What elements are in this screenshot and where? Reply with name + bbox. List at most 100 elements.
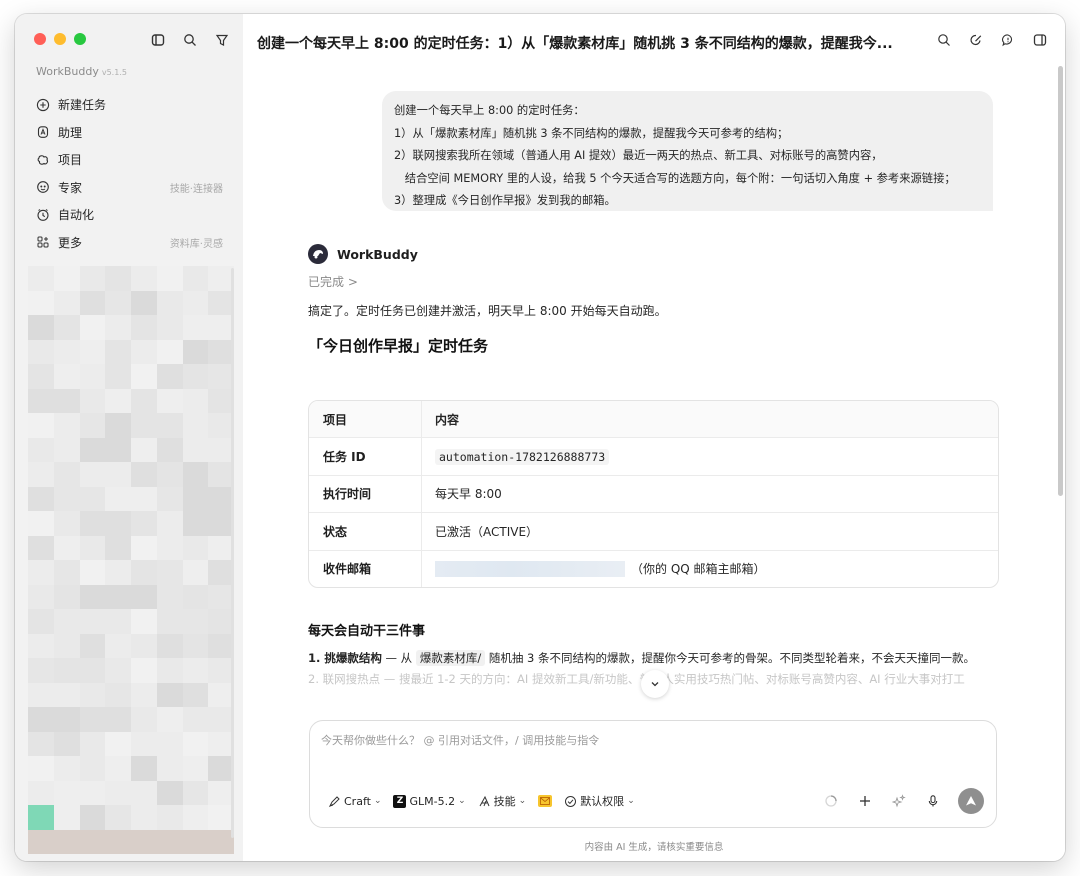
sparkle-button[interactable] — [888, 790, 910, 812]
sidebar-item-project[interactable]: 项目 — [15, 146, 243, 174]
edit-icon[interactable] — [967, 31, 985, 49]
assistant-header: WorkBuddy — [308, 242, 998, 266]
sidebar-item-label: 项目 — [58, 153, 83, 168]
sidebar-item-new-task[interactable]: 新建任务 — [15, 91, 243, 119]
redacted-tile — [105, 290, 131, 315]
filter-icon[interactable] — [213, 31, 231, 49]
close-window-button[interactable] — [34, 33, 46, 45]
skills-selector[interactable]: 技能 ⌄ — [478, 793, 526, 809]
redacted-tile — [53, 633, 80, 658]
search-icon[interactable] — [935, 31, 953, 49]
redacted-tile — [182, 486, 209, 511]
sidebar-item-hint: 技能·连接器 — [169, 183, 223, 195]
mode-label: Craft — [344, 794, 371, 808]
maximize-window-button[interactable] — [74, 33, 86, 45]
redacted-tile — [131, 511, 157, 536]
redacted-tile — [182, 535, 209, 560]
redacted-tile — [182, 511, 209, 536]
permission-selector[interactable]: 默认权限 ⌄ — [564, 793, 635, 809]
redacted-tile — [131, 486, 157, 511]
redacted-tile — [182, 633, 209, 658]
redacted-tile — [131, 609, 157, 634]
redacted-tile — [131, 707, 157, 732]
voice-input-button[interactable] — [922, 790, 944, 812]
redacted-tile — [182, 413, 209, 438]
chat-scrollbar[interactable] — [1058, 66, 1063, 496]
redacted-tile — [105, 829, 131, 854]
feedback-icon[interactable] — [999, 31, 1017, 49]
redacted-tile — [182, 388, 209, 413]
mail-connector-button[interactable] — [538, 795, 553, 807]
table-row: 执行时间 每天早 8:00 — [309, 474, 998, 513]
mode-selector[interactable]: Craft ⌄ — [328, 795, 381, 808]
ai-disclaimer: 内容由 AI 生成，请核实重要信息 — [584, 842, 724, 853]
redacted-tile — [156, 437, 183, 462]
redacted-tile — [156, 682, 183, 707]
redacted-tile — [79, 707, 106, 732]
table-key-cell: 任务 ID — [323, 450, 366, 465]
sidebar-item-more[interactable]: 更多 资料库·灵感 — [15, 229, 243, 257]
model-selector[interactable]: Z GLM-5.2 ⌄ — [393, 794, 466, 808]
redacted-tile — [105, 609, 131, 634]
redacted-tile — [131, 633, 157, 658]
message-composer[interactable]: 今天帮你做些什么？ @ 引用对话文件，/ 调用技能与指令 Craft ⌄ Z GL… — [309, 720, 997, 828]
redacted-tile — [105, 805, 131, 830]
table-value-cell: 已激活（ACTIVE） — [421, 513, 998, 550]
sidebar-item-expert[interactable]: 专家 技能·连接器 — [15, 174, 243, 202]
send-button[interactable] — [958, 788, 984, 814]
chevron-down-icon: ⌄ — [373, 796, 382, 806]
skills-icon — [478, 795, 491, 808]
sidebar-item-automation[interactable]: 自动化 — [15, 201, 243, 229]
add-attachment-button[interactable] — [854, 790, 876, 812]
redacted-tile — [53, 731, 80, 756]
redacted-tile — [53, 315, 80, 340]
redacted-tile — [156, 315, 183, 340]
sidebar-scrollbar[interactable] — [231, 268, 234, 838]
redacted-tile — [53, 805, 80, 830]
redacted-tile — [156, 560, 183, 585]
assistant-name: WorkBuddy — [337, 246, 418, 262]
redacted-tile — [182, 364, 209, 389]
app-name: WorkBuddy v5.1.5 — [36, 65, 127, 78]
grid-icon — [35, 234, 51, 250]
redacted-tile — [182, 462, 209, 487]
redacted-tile — [182, 682, 209, 707]
redacted-tile — [156, 535, 183, 560]
point-1-title: 1. 挑爆款结构 — [308, 651, 382, 665]
sidebar-item-assistant[interactable]: 助理 — [15, 119, 243, 147]
minimize-window-button[interactable] — [54, 33, 66, 45]
microphone-icon — [928, 795, 938, 807]
user-message-line: 结合空间 MEMORY 里的人设，给我 5 个今天适合写的选题方向，每个附：一句… — [394, 171, 956, 185]
sidebar-item-label: 自动化 — [58, 208, 95, 223]
redacted-tile — [182, 658, 209, 683]
redacted-tile — [156, 486, 183, 511]
redacted-tile — [182, 731, 209, 756]
table-value-cell: automation-1782126888773 — [421, 438, 998, 475]
loading-spinner-icon — [820, 790, 842, 812]
redacted-tile — [156, 658, 183, 683]
redacted-tile — [182, 780, 209, 805]
redacted-tile — [105, 633, 131, 658]
redacted-tile — [79, 535, 106, 560]
panel-icon[interactable] — [1031, 31, 1049, 49]
redacted-tile — [131, 462, 157, 487]
redacted-tile — [105, 682, 131, 707]
sidebar-toggle-icon[interactable] — [149, 31, 167, 49]
redacted-tile — [79, 413, 106, 438]
chevron-down-icon: ⌄ — [627, 796, 635, 806]
redacted-tile — [156, 829, 183, 854]
redacted-tile — [53, 437, 80, 462]
redacted-tile — [79, 290, 106, 315]
redacted-tile — [79, 388, 106, 413]
redacted-tile — [79, 731, 106, 756]
task-status-toggle[interactable]: 已完成 > — [308, 273, 998, 290]
redacted-tile — [156, 339, 183, 364]
redacted-tile — [156, 756, 183, 781]
redacted-tile — [131, 266, 157, 291]
composer-input[interactable]: 今天帮你做些什么？ @ 引用对话文件，/ 调用技能与指令 — [321, 732, 599, 748]
redacted-tile — [53, 266, 80, 291]
redacted-tile — [131, 780, 157, 805]
search-icon[interactable] — [181, 31, 199, 49]
pen-icon — [328, 795, 341, 808]
scroll-down-button[interactable] — [641, 670, 669, 698]
